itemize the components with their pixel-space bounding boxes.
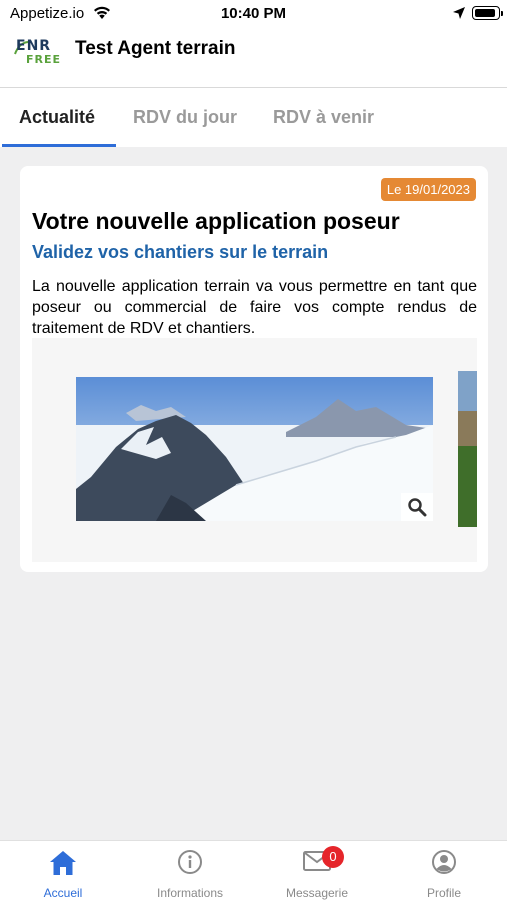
news-card[interactable]: Le 19/01/2023 Votre nouvelle application… [20,166,488,572]
next-photo-preview[interactable] [458,371,477,527]
unread-count-badge: 0 [322,846,344,868]
user-icon [431,849,457,880]
zoom-button[interactable] [401,493,433,521]
mountain-photo[interactable] [76,377,433,521]
tab-active-indicator [2,144,116,147]
tab-rdv-du-jour[interactable]: RDV du jour [133,107,237,128]
nav-label-informations: Informations [156,886,224,900]
nav-label-accueil: Accueil [43,886,83,900]
status-bar: Appetize.io 10:40 PM [0,0,507,28]
bottom-navigation: Accueil Informations 0 Messagerie Profil… [0,840,507,900]
logo-text-bottom: FREE [26,53,62,66]
magnifier-icon [408,498,427,517]
info-icon [177,849,203,880]
news-title: Votre nouvelle application poseur [32,208,400,234]
news-subtitle: Validez vos chantiers sur le terrain [32,242,329,262]
nav-label-messagerie: Messagerie [285,886,349,900]
app-header: ENR FREE Test Agent terrain [0,28,507,88]
battery-icon [472,6,503,20]
tab-rdv-a-venir[interactable]: RDV à venir [273,107,374,128]
nav-profile[interactable]: Profile [381,841,507,900]
nav-label-profile: Profile [426,886,461,900]
mountain-image [76,377,433,521]
news-body: La nouvelle application terrain va vous … [32,278,477,337]
tab-actualite[interactable]: Actualité [19,107,95,128]
image-gallery[interactable] [32,338,477,562]
tab-bar: Actualité RDV du jour RDV à venir [0,88,507,147]
logo-text-top: ENR [16,38,52,54]
home-icon [48,849,78,882]
landscape-image [458,371,477,527]
nav-accueil[interactable]: Accueil [0,841,126,900]
date-badge: Le 19/01/2023 [380,178,476,201]
clock: 10:40 PM [220,5,287,22]
enr-free-logo: ENR FREE [14,36,60,76]
location-arrow-icon [452,6,466,25]
nav-messagerie[interactable]: 0 Messagerie [254,841,380,900]
nav-informations[interactable]: Informations [127,841,253,900]
page-title: Test Agent terrain [75,38,236,59]
